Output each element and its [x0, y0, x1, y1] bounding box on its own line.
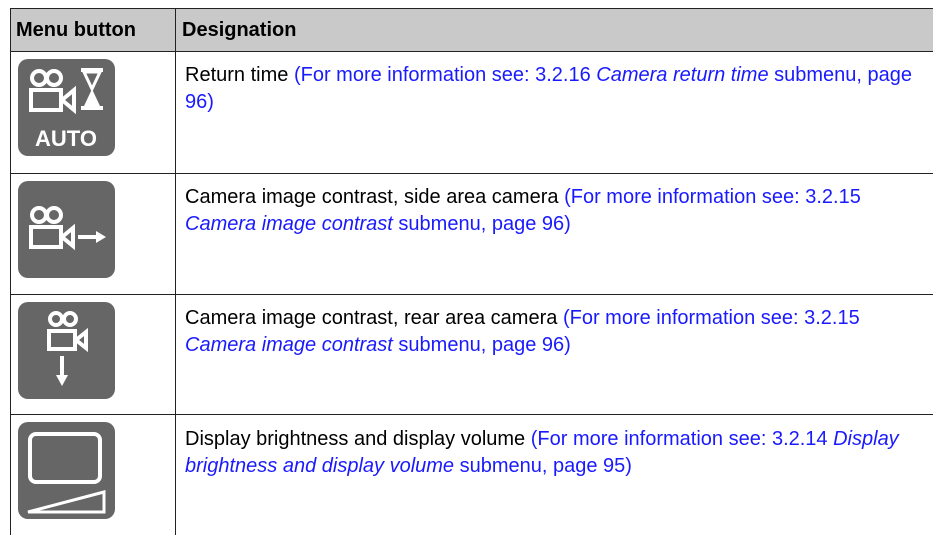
menu-button-table: Menu button Designation AUTO Return time… [10, 8, 933, 535]
camera-rear-contrast-icon[interactable] [18, 302, 115, 399]
camera-side-contrast-icon[interactable] [18, 181, 115, 278]
header-designation: Designation [182, 19, 297, 41]
designation-text: Camera image contrast, rear area camera [185, 307, 558, 329]
table-row: AUTO [10, 52, 175, 173]
row-designation: Camera image contrast, rear area camera … [185, 305, 925, 359]
table-row [10, 295, 175, 414]
designation-text: Camera image contrast, side area camera [185, 186, 559, 208]
column-divider [175, 8, 176, 535]
table-row [10, 415, 175, 535]
auto-label: AUTO [35, 126, 97, 151]
display-brightness-volume-icon[interactable] [18, 422, 115, 519]
table-row [10, 174, 175, 294]
designation-text: Return time [185, 64, 289, 86]
designation-text: Display brightness and display volume [185, 428, 526, 450]
table-header: Menu button Designation [10, 8, 933, 52]
row-designation: Camera image contrast, side area camera … [185, 184, 925, 238]
header-menu-button: Menu button [16, 19, 136, 41]
camera-return-time-auto-icon[interactable]: AUTO [18, 59, 115, 156]
row-designation: Return time (For more information see: 3… [185, 62, 925, 116]
cross-reference-link[interactable]: (For more information see: 3.2.16 Camera… [185, 64, 912, 113]
row-designation: Display brightness and display volume (F… [185, 426, 925, 480]
